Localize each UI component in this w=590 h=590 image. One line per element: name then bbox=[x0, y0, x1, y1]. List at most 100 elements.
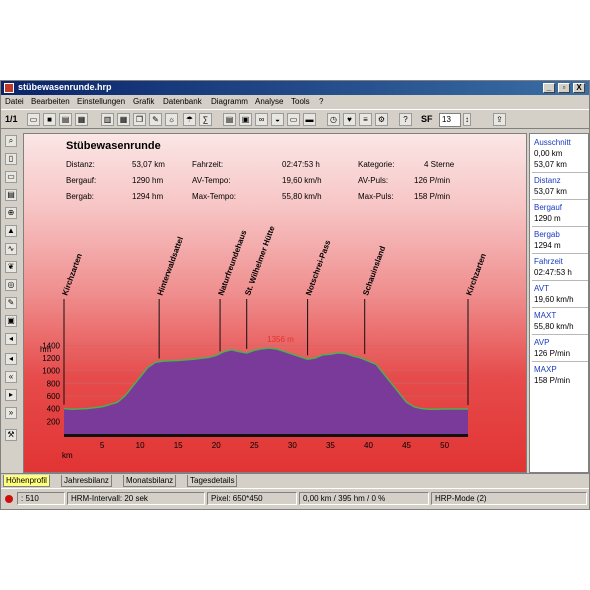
table-icon[interactable]: ▥ bbox=[101, 113, 114, 126]
status-points: : 510 bbox=[17, 492, 65, 505]
bulb-icon[interactable]: ☼ bbox=[165, 113, 178, 126]
view-tabs: Höhenprofil Jahresbilanz Monatsbilanz Ta… bbox=[1, 473, 589, 487]
title-bar: stübewasenrunde.hrp _ ▫ X bbox=[1, 81, 589, 95]
bike-icon[interactable]: ∞ bbox=[255, 113, 268, 126]
annotation-label: Hinterwaldsattel bbox=[156, 236, 186, 297]
y-tick-label: 400 bbox=[47, 405, 61, 414]
annotation-label: Notschrei-Pass bbox=[304, 238, 333, 296]
menu-tools[interactable]: Tools bbox=[291, 97, 310, 106]
minimize-button[interactable]: _ bbox=[543, 83, 555, 93]
elevation-plot: Kirchzarten Hinterwaldsattel Naturfreundeh… bbox=[40, 224, 488, 460]
print-icon[interactable]: ▤ bbox=[59, 113, 72, 126]
print-side-icon[interactable]: ▤ bbox=[5, 189, 17, 201]
annotation-label: Schauinsland bbox=[361, 245, 387, 297]
max-elevation-label: 1356 m bbox=[267, 335, 294, 344]
annotation-label: St. Wilhelmer Hütte bbox=[243, 224, 277, 296]
globe-icon[interactable]: ◎ bbox=[5, 279, 17, 291]
settings-icon[interactable]: ⚙ bbox=[375, 113, 388, 126]
menu-bearbeiten[interactable]: Bearbeiten bbox=[31, 97, 70, 106]
open-icon[interactable]: ▭ bbox=[27, 113, 40, 126]
tab-monatsbilanz[interactable]: Monatsbilanz bbox=[123, 475, 177, 487]
x-axis-label: km bbox=[62, 451, 73, 460]
menu-analyse[interactable]: Analyse bbox=[255, 97, 283, 106]
y-axis: 200400600800100012001400 bbox=[42, 341, 60, 426]
weather-icon[interactable]: ☂ bbox=[183, 113, 196, 126]
book-icon[interactable]: ▭ bbox=[287, 113, 300, 126]
y-tick-label: 800 bbox=[47, 379, 61, 388]
menu-diagramm[interactable]: Diagramm bbox=[211, 97, 248, 106]
y-axis-label: hm bbox=[40, 345, 51, 354]
monitor-icon[interactable]: ▭ bbox=[5, 171, 17, 183]
maximize-button[interactable]: ▫ bbox=[558, 83, 570, 93]
bergauf-panel-value: 1290 m bbox=[534, 214, 561, 223]
ausschnitt-label: Ausschnitt bbox=[534, 138, 571, 147]
edit-icon[interactable]: ✎ bbox=[5, 297, 17, 309]
chart-icon[interactable]: ▬ bbox=[303, 113, 316, 126]
app-icon bbox=[4, 83, 14, 93]
distanz-panel-label: Distanz bbox=[534, 176, 561, 185]
notebook-icon[interactable]: ▣ bbox=[239, 113, 252, 126]
right-arrow2-icon[interactable]: » bbox=[5, 407, 17, 419]
speaker-icon[interactable]: ◂ bbox=[5, 333, 17, 345]
fahrzeit-panel-value: 02:47:53 h bbox=[534, 268, 572, 277]
maxp-panel-value: 158 P/min bbox=[534, 376, 571, 385]
menu-grafik[interactable]: Grafik bbox=[133, 97, 154, 106]
graph-icon[interactable]: ∿ bbox=[5, 243, 17, 255]
x-tick-label: 20 bbox=[212, 441, 221, 450]
x-tick-label: 10 bbox=[136, 441, 145, 450]
left-arrow2-icon[interactable]: « bbox=[5, 371, 17, 383]
doc-icon[interactable]: ▯ bbox=[5, 153, 17, 165]
status-pixel: Pixel: 650*450 bbox=[207, 492, 297, 505]
menu-help[interactable]: ? bbox=[319, 97, 323, 106]
menu-datei[interactable]: Datei bbox=[5, 97, 24, 106]
x-tick-label: 15 bbox=[174, 441, 183, 450]
lap-icon[interactable]: ≡ bbox=[359, 113, 372, 126]
leaf-icon[interactable]: ❦ bbox=[5, 261, 17, 273]
spreadsheet-icon[interactable]: ▤ bbox=[223, 113, 236, 126]
help-icon[interactable]: ? bbox=[399, 113, 412, 126]
zoom-in-icon[interactable]: ⊕ bbox=[5, 207, 17, 219]
fahrzeit-panel-label: Fahrzeit bbox=[534, 257, 563, 266]
print-preview-icon[interactable]: ▦ bbox=[75, 113, 88, 126]
app-window: stübewasenrunde.hrp _ ▫ X Datei Bearbeit… bbox=[0, 80, 590, 510]
disk-icon[interactable]: ▣ bbox=[5, 315, 17, 327]
copy-icon[interactable]: ❐ bbox=[133, 113, 146, 126]
heart-icon[interactable]: ♥ bbox=[343, 113, 356, 126]
zoom-icon[interactable]: ⌕ bbox=[5, 135, 17, 147]
right-arrow-icon[interactable]: ▸ bbox=[5, 389, 17, 401]
x-tick-label: 45 bbox=[402, 441, 411, 450]
x-axis-bar bbox=[64, 434, 468, 437]
avp-panel-label: AVP bbox=[534, 338, 550, 347]
stopwatch-icon[interactable]: ◷ bbox=[327, 113, 340, 126]
x-tick-label: 35 bbox=[326, 441, 335, 450]
tools-side-icon[interactable]: ⚒ bbox=[5, 429, 17, 441]
sf-spinner[interactable]: ↕ bbox=[463, 113, 471, 126]
ausschnitt-value-1: 0,00 km bbox=[534, 149, 563, 158]
distanz-panel-value: 53,07 km bbox=[534, 187, 567, 196]
menu-einstellungen[interactable]: Einstellungen bbox=[77, 97, 125, 106]
maxp-panel-label: MAXP bbox=[534, 365, 557, 374]
tab-hoehenprofil[interactable]: Höhenprofil bbox=[3, 475, 50, 487]
save-icon[interactable]: ■ bbox=[43, 113, 56, 126]
status-bar: : 510 HRM-Intervall: 20 sek Pixel: 650*4… bbox=[1, 488, 589, 508]
calc-icon[interactable]: ∑ bbox=[199, 113, 212, 126]
y-tick-label: 1200 bbox=[42, 354, 60, 363]
export-icon[interactable]: ⇪ bbox=[493, 113, 506, 126]
menu-bar: Datei Bearbeiten Einstellungen Grafik Da… bbox=[1, 95, 589, 108]
x-tick-label: 5 bbox=[100, 441, 105, 450]
tools-icon[interactable]: ✎ bbox=[149, 113, 162, 126]
maxt-panel-value: 55,80 km/h bbox=[534, 322, 574, 331]
x-tick-label: 50 bbox=[440, 441, 449, 450]
close-button[interactable]: X bbox=[573, 83, 585, 93]
bergab-panel-label: Bergab bbox=[534, 230, 560, 239]
ausschnitt-value-2: 53,07 km bbox=[534, 160, 567, 169]
tab-jahresbilanz[interactable]: Jahresbilanz bbox=[61, 475, 112, 487]
chart-side-icon[interactable]: ▲ bbox=[5, 225, 17, 237]
sf-input[interactable]: 13 bbox=[439, 113, 461, 127]
sf-label: SF bbox=[421, 114, 433, 124]
menu-datenbank[interactable]: Datenbank bbox=[163, 97, 202, 106]
left-arrow-icon[interactable]: ◂ bbox=[5, 353, 17, 365]
shoe-icon[interactable]: ◒ bbox=[271, 113, 284, 126]
tab-tagesdetails[interactable]: Tagesdetails bbox=[187, 475, 238, 487]
grid-icon[interactable]: ▦ bbox=[117, 113, 130, 126]
